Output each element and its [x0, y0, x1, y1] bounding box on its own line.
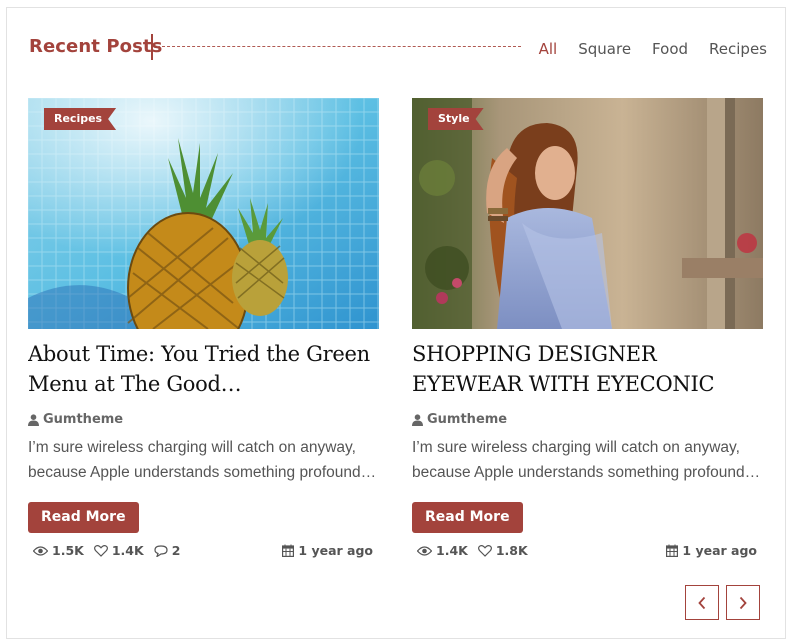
views-stat: 1.4K: [417, 543, 468, 558]
post-meta: 1.4K 1.8K 1 year ago: [412, 543, 763, 558]
eye-icon: [33, 545, 48, 556]
user-icon: [412, 413, 423, 426]
next-button[interactable]: [726, 585, 760, 620]
dotted-rule: [157, 46, 521, 47]
author-name: Gumtheme: [427, 412, 508, 427]
chevron-left-icon: [698, 596, 706, 609]
likes-stat[interactable]: 1.8K: [477, 543, 528, 558]
filter-square[interactable]: Square: [578, 40, 631, 58]
comment-icon: [154, 544, 168, 557]
date-text: 1 year ago: [298, 543, 373, 558]
views-stat: 1.5K: [33, 543, 84, 558]
filter-food[interactable]: Food: [652, 40, 688, 58]
post-date: 1 year ago: [666, 543, 757, 558]
views-count: 1.5K: [52, 543, 84, 558]
post-thumbnail[interactable]: Recipes: [28, 98, 379, 329]
likes-count: 1.4K: [111, 543, 144, 558]
post-card: Style SHOPPING DESIGNER EYEWEAR WITH EYE…: [412, 98, 763, 558]
calendar-icon: [282, 544, 295, 557]
filter-recipes[interactable]: Recipes: [709, 40, 767, 58]
post-date: 1 year ago: [282, 543, 373, 558]
excerpt-line: I’m sure wireless charging will catch on…: [412, 439, 740, 456]
recent-posts-widget: Recent Posts All Square Food Recipes Rec…: [6, 7, 786, 639]
section-title: Recent Posts: [29, 36, 163, 57]
post-stats: 1.5K 1.4K 2: [33, 543, 190, 558]
post-author[interactable]: Gumtheme: [412, 412, 763, 427]
post-stats: 1.4K 1.8K: [417, 543, 538, 558]
comments-count: 2: [171, 543, 181, 558]
category-tag[interactable]: Recipes: [44, 108, 116, 130]
views-count: 1.4K: [436, 543, 468, 558]
post-excerpt: I’m sure wireless charging will catch on…: [412, 435, 763, 485]
filter-all[interactable]: All: [539, 40, 558, 58]
carousel-pager: [685, 585, 767, 620]
category-tag[interactable]: Style: [428, 108, 484, 130]
date-text: 1 year ago: [682, 543, 757, 558]
excerpt-line: because Apple understands something prof…: [412, 464, 761, 481]
read-more-button[interactable]: Read More: [28, 502, 139, 533]
woman-image: [412, 98, 763, 329]
title-divider-bar: [151, 34, 153, 60]
chevron-right-icon: [739, 596, 747, 609]
read-more-button[interactable]: Read More: [412, 502, 523, 533]
post-thumbnail[interactable]: Style: [412, 98, 763, 329]
likes-stat[interactable]: 1.4K: [93, 543, 144, 558]
comments-stat[interactable]: 2: [154, 543, 181, 558]
post-meta: 1.5K 1.4K 2 1 year ago: [28, 543, 379, 558]
pineapples-image: [28, 98, 379, 329]
post-excerpt: I’m sure wireless charging will catch on…: [28, 435, 379, 485]
eye-icon: [417, 545, 432, 556]
excerpt-line: because Apple understands something prof…: [28, 464, 377, 481]
likes-count: 1.8K: [495, 543, 528, 558]
user-icon: [28, 413, 39, 426]
excerpt-line: I’m sure wireless charging will catch on…: [28, 439, 356, 456]
post-card: Recipes About Time: You Tried the Green …: [28, 98, 379, 558]
post-title[interactable]: About Time: You Tried the Green Menu at …: [28, 339, 379, 399]
filter-tabs: All Square Food Recipes: [518, 40, 767, 58]
calendar-icon: [666, 544, 679, 557]
post-author[interactable]: Gumtheme: [28, 412, 379, 427]
post-title[interactable]: SHOPPING DESIGNER EYEWEAR WITH EYECONIC: [412, 339, 763, 399]
author-name: Gumtheme: [43, 412, 124, 427]
heart-icon: [477, 544, 492, 557]
prev-button[interactable]: [685, 585, 719, 620]
widget-header: Recent Posts All Square Food Recipes: [29, 34, 767, 64]
heart-icon: [93, 544, 108, 557]
